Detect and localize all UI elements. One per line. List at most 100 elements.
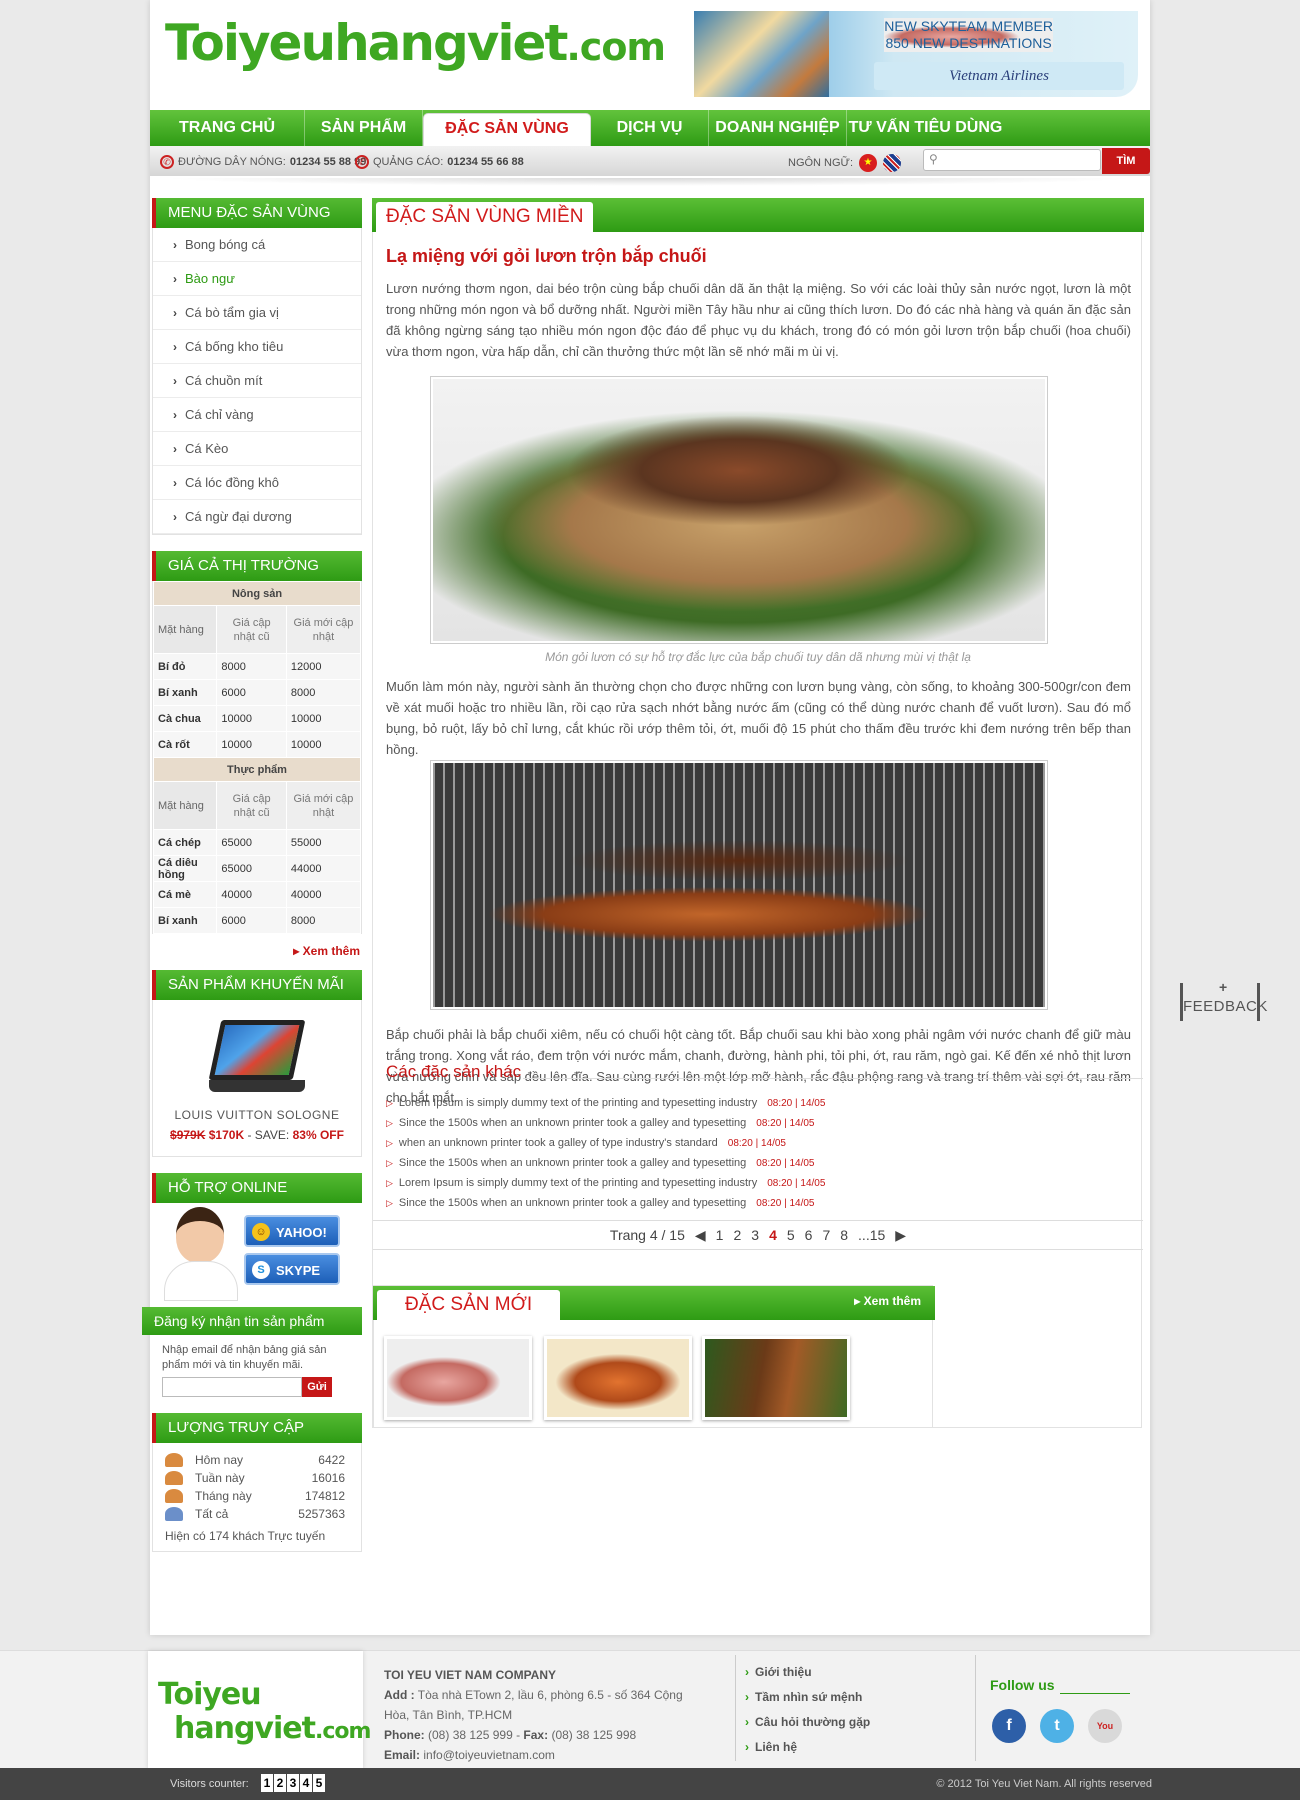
counter-digit: 2	[274, 1774, 286, 1792]
uk-flag-icon[interactable]	[883, 154, 902, 172]
chevron-right-icon: ›	[173, 408, 177, 422]
sidebar-menu-item[interactable]: › Cá lóc đồng khô	[153, 466, 361, 500]
copyright: © 2012 Toi Yeu Viet Nam. All rights rese…	[936, 1778, 1152, 1790]
list-item-text: Lorem Ipsum is simply dummy text of the …	[398, 1177, 758, 1189]
plus-icon: +	[1219, 979, 1228, 995]
footer-link-label: Tầm nhìn sứ mệnh	[755, 1690, 863, 1704]
table-cell: 40000	[285, 881, 362, 908]
next-page-icon[interactable]: ▶	[895, 1227, 906, 1244]
list-item[interactable]: ▷ Since the 1500s when an unknown printer…	[386, 1113, 1131, 1133]
page-link[interactable]: 2	[733, 1227, 741, 1243]
page-link[interactable]: 7	[822, 1227, 830, 1243]
sidebar-menu-item[interactable]: › Bào ngư	[153, 262, 361, 296]
search-input[interactable]: ⚲	[923, 149, 1101, 171]
new-specialties-more-link[interactable]: ▸ Xem thêm	[854, 1294, 921, 1308]
article-panel: ĐẶC SẢN VÙNG MIỀN Lạ miệng với gỏi lươn …	[372, 198, 1144, 1428]
table-cell: 8000	[285, 907, 362, 934]
new-product-thumbnail[interactable]	[384, 1336, 532, 1420]
page-link[interactable]: ...15	[858, 1227, 885, 1243]
new-product-thumbnail[interactable]	[544, 1336, 692, 1420]
stat-value: 174812	[304, 1489, 345, 1503]
page-link[interactable]: 8	[840, 1227, 848, 1243]
triangle-bullet-icon: ▷	[386, 1118, 393, 1128]
table-cell: Bí xanh	[152, 679, 218, 706]
bottom-bar: Visitors counter: 12345 © 2012 Toi Yeu V…	[0, 1768, 1300, 1800]
stat-label: Tất cả	[195, 1507, 229, 1521]
footer-link[interactable]: › Tầm nhìn sứ mệnh	[745, 1690, 870, 1715]
vietnam-flag-icon[interactable]: ★	[859, 154, 878, 172]
sidebar-menu-item[interactable]: › Cá bò tẩm gia vị	[153, 296, 361, 330]
phone-icon: ✆	[160, 155, 174, 169]
table-row: Cà chua 10000 10000	[152, 705, 362, 732]
page-link[interactable]: 4	[769, 1227, 777, 1243]
youtube-icon[interactable]: You	[1088, 1709, 1122, 1743]
table-cell: 65000	[216, 829, 287, 856]
column-header: Giá mới cập nhật	[285, 781, 362, 830]
email-field[interactable]	[162, 1377, 302, 1397]
chevron-right-icon: ›	[745, 1715, 749, 1729]
nav-item-regional-specialties[interactable]: ĐẶC SẢN VÙNG MIỀN	[423, 113, 591, 167]
pagination: Trang 4 / 15 ◀ 1 2 3 4 5 6 7 8 ...15 ▶	[373, 1220, 1143, 1250]
nav-item-products[interactable]: SẢN PHẨM	[305, 110, 423, 146]
article-paragraph: Lươn nướng thơm ngon, dai béo trộn cùng …	[386, 281, 1131, 359]
list-item[interactable]: ▷ Lorem Ipsum is simply dummy text of the…	[386, 1093, 1131, 1113]
feedback-tab[interactable]: + FEEDBACK	[1180, 979, 1267, 1021]
page-link[interactable]: 5	[787, 1227, 795, 1243]
other-specialties-title: Các đặc sản khác	[386, 1062, 522, 1081]
sidebar-menu-item[interactable]: › Cá chuồn mít	[153, 364, 361, 398]
article-title: Lạ miệng với gỏi lươn trộn bắp chuối	[386, 246, 707, 266]
list-item[interactable]: ▷ Lorem Ipsum is simply dummy text of the…	[386, 1173, 1131, 1193]
page-link[interactable]: 3	[751, 1227, 759, 1243]
prev-page-icon[interactable]: ◀	[695, 1227, 706, 1244]
twitter-icon[interactable]: t	[1040, 1709, 1074, 1743]
nav-item-services[interactable]: DỊCH VỤ	[591, 110, 709, 146]
yahoo-button[interactable]: ☺ YAHOO!	[244, 1215, 340, 1247]
table-cell: 65000	[216, 855, 287, 882]
article-photo-grilled-eel[interactable]	[430, 760, 1048, 1010]
nav-item-home[interactable]: TRANG CHỦ	[150, 110, 305, 146]
promo-product[interactable]: LOUIS VUITTON SOLOGNE $979K $170K - SAVE…	[152, 1000, 362, 1157]
stat-value: 6422	[318, 1453, 345, 1467]
sidebar-menu-item[interactable]: › Cá chỉ vàng	[153, 398, 361, 432]
sidebar-menu-item[interactable]: › Cá bống kho tiêu	[153, 330, 361, 364]
table-cell: 44000	[285, 855, 362, 882]
table-cell: 10000	[216, 731, 287, 758]
new-product-thumbnail[interactable]	[702, 1336, 850, 1420]
footer-links: › Giới thiệu › Tầm nhìn sứ mệnh › Câu hỏi thư…	[745, 1665, 870, 1765]
footer-link[interactable]: › Giới thiệu	[745, 1665, 870, 1690]
sidebar-menu-item[interactable]: › Cá Kèo	[153, 432, 361, 466]
table-cell: Cá diêu hồng	[152, 855, 218, 882]
list-item[interactable]: ▷ Since the 1500s when an unknown printer…	[386, 1153, 1131, 1173]
search-button[interactable]: TÌM	[1102, 148, 1150, 174]
ad-banner[interactable]: NEW SKYTEAM MEMBER 850 NEW DESTINATIONS V…	[694, 11, 1138, 97]
article-photo-eel-salad[interactable]	[430, 376, 1048, 644]
price-more-link[interactable]: ▸ Xem thêm	[152, 934, 362, 970]
page-link[interactable]: 1	[716, 1227, 724, 1243]
photo-caption: Món gỏi lươn có sự hỗ trợ đắc lực của bắ…	[545, 650, 971, 664]
stat-label: Tuần này	[195, 1471, 245, 1485]
sidebar-menu-item[interactable]: › Bong bóng cá	[153, 228, 361, 262]
footer-link[interactable]: › Liên hệ	[745, 1740, 870, 1765]
table-row: Cá chép 65000 55000	[152, 829, 362, 856]
sidebar-menu-item[interactable]: › Cá ngừ đại dương	[153, 500, 361, 534]
footer-link[interactable]: › Câu hỏi thường gặp	[745, 1715, 870, 1740]
table-cell: 8000	[285, 679, 362, 706]
counter-digit: 5	[313, 1774, 325, 1792]
list-item[interactable]: ▷ when an unknown printer took a galley o…	[386, 1133, 1131, 1153]
send-button[interactable]: Gửi	[302, 1377, 332, 1397]
facebook-icon[interactable]: f	[992, 1709, 1026, 1743]
section-title: ĐẶC SẢN VÙNG MIỀN	[376, 202, 594, 232]
footer-link-label: Giới thiệu	[755, 1665, 812, 1679]
divider	[523, 1078, 1143, 1079]
site-logo[interactable]: Toiyeuhangviet.com	[165, 18, 666, 68]
skype-button[interactable]: S SKYPE	[244, 1253, 340, 1285]
nav-item-consumer-advice[interactable]: TƯ VẤN TIÊU DÙNG	[847, 110, 1004, 146]
nav-item-business[interactable]: DOANH NGHIỆP	[709, 110, 847, 146]
list-item[interactable]: ▷ Since the 1500s when an unknown printer…	[386, 1193, 1131, 1213]
chevron-right-icon: ›	[173, 510, 177, 524]
list-item-date: 08:20 | 14/05	[767, 1178, 826, 1189]
table-cell: 10000	[216, 705, 287, 732]
page-link[interactable]: 6	[805, 1227, 813, 1243]
footer-logo[interactable]: Toiyeu hangviet.com	[148, 1651, 371, 1769]
table-row: Cá diêu hồng 65000 44000	[152, 855, 362, 882]
